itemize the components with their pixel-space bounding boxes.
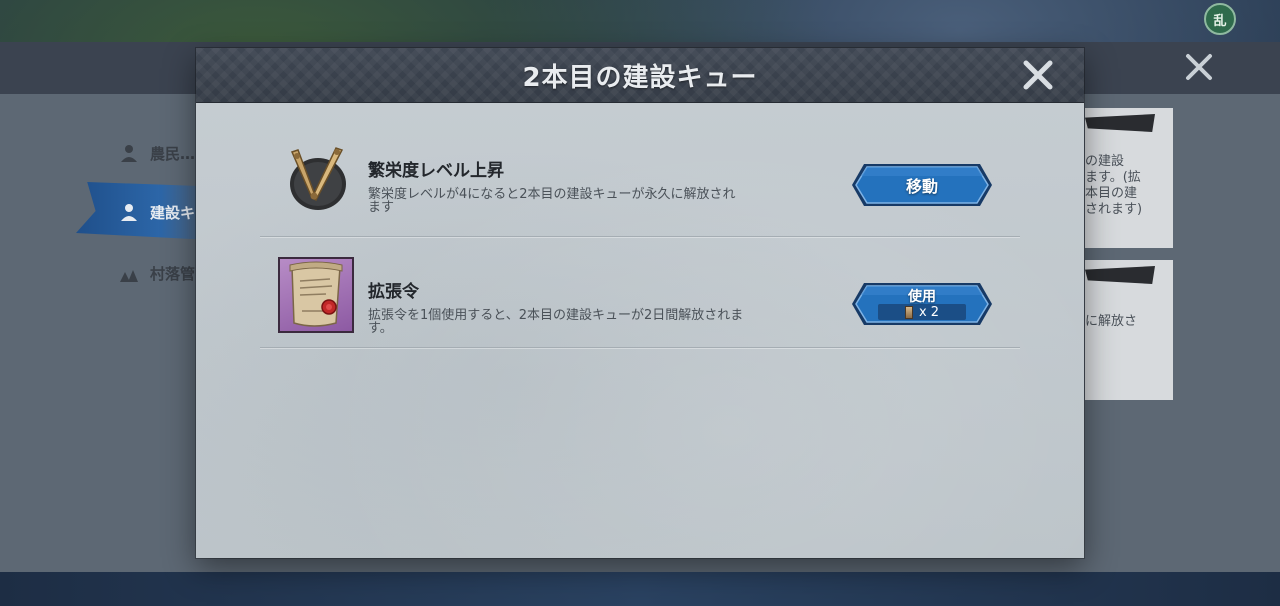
prosperity-emblem-icon	[278, 142, 354, 218]
close-icon	[1023, 60, 1053, 90]
option-description: 拡張令を1個使用すると、2本目の建設キューが2日間解放されます。	[368, 308, 744, 336]
background-badge: 乱	[1204, 3, 1236, 35]
expansion-decree-scroll-icon	[278, 257, 354, 333]
option-description: 繁栄度レベルが4になると2本目の建設キューが永久に解放されます	[368, 187, 736, 215]
background-sidebar-label: 村落管	[150, 264, 196, 283]
use-button-label: 使用	[908, 289, 936, 305]
background-info-card: の建設 ます。(拡 本目の建 されます)	[1085, 108, 1173, 248]
background-sidebar-item-builder: 建設キ	[118, 198, 195, 226]
build-queue-modal: 2本目の建設キュー 繁栄度レベル上昇 繁栄度レベルが4になると2本目の建設キュー…	[196, 48, 1084, 558]
background-sidebar-item-peasant: 農民…	[118, 139, 195, 167]
background-sidebar-label: 建設キ	[150, 203, 196, 222]
close-button[interactable]	[1020, 57, 1056, 93]
option-row-expansion-decree: 拡張令 拡張令を1個使用すると、2本目の建設キューが2日間解放されます。 使用 …	[260, 237, 1020, 348]
background-card-text: に解放さ	[1085, 314, 1138, 329]
brush-stroke-decoration	[1085, 266, 1155, 284]
expansion-decree-small-icon	[904, 305, 913, 319]
use-button[interactable]: 使用 x 2	[852, 283, 992, 325]
modal-title: 2本目の建設キュー	[522, 62, 758, 93]
background-bottom-strip	[0, 572, 1280, 606]
village-icon	[120, 270, 138, 282]
background-close-icon	[1182, 50, 1216, 84]
background-info-card: に解放さ	[1085, 260, 1173, 400]
peasant-icon	[121, 145, 137, 162]
option-title: 繁栄度レベル上昇	[368, 161, 504, 181]
use-cost-amount: x 2	[918, 304, 940, 320]
background-sidebar-item-village: 村落管	[118, 259, 195, 287]
option-title: 拡張令	[368, 282, 419, 302]
use-cost: x 2	[878, 304, 966, 320]
move-button[interactable]: 移動	[852, 164, 992, 206]
brush-stroke-decoration	[1085, 114, 1155, 132]
background-sidebar-label: 農民…	[150, 144, 196, 163]
builder-icon	[121, 204, 137, 221]
move-button-label: 移動	[905, 177, 938, 196]
option-row-prosperity: 繁栄度レベル上昇 繁栄度レベルが4になると2本目の建設キューが永久に解放されます…	[260, 126, 1020, 237]
background-card-text: の建設 ます。(拡 本目の建 されます)	[1085, 154, 1143, 217]
